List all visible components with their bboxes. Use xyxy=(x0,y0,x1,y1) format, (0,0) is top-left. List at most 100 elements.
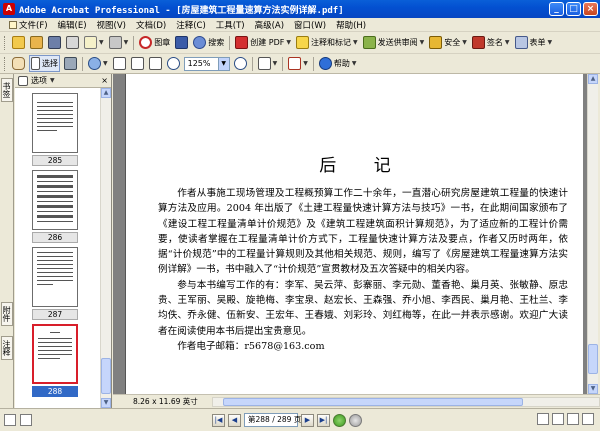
scroll-up-button[interactable]: ▲ xyxy=(588,74,598,84)
document-status-icon[interactable] xyxy=(4,414,16,426)
find-button[interactable] xyxy=(174,35,189,50)
menu-edit[interactable]: 编辑(E) xyxy=(53,19,92,31)
chevron-down-icon[interactable]: ▼ xyxy=(50,77,55,84)
hand-tool-button[interactable] xyxy=(11,56,26,71)
minus-icon xyxy=(166,57,180,70)
sign-button[interactable]: 签名 ▼ xyxy=(471,35,511,50)
hand-icon xyxy=(12,57,25,70)
scroll-down-button[interactable]: ▼ xyxy=(588,384,598,394)
document-scrollbar[interactable]: ▲ ▼ xyxy=(587,74,598,394)
acrobat-app-icon[interactable]: A xyxy=(3,3,15,15)
page-thumbnails-pane: 选项 ▼ × 285 286 287 288 ▲ ▼ xyxy=(15,74,112,408)
menu-advanced[interactable]: 高级(A) xyxy=(250,19,289,31)
next-page-button[interactable]: ▶ xyxy=(301,413,314,427)
search-icon xyxy=(193,36,207,49)
chevron-down-icon: ▼ xyxy=(504,39,510,46)
first-page-button[interactable]: |◀ xyxy=(212,413,225,427)
single-page-icon[interactable] xyxy=(537,413,549,425)
comment-markup-button[interactable]: 注释和标记 ▼ xyxy=(295,35,359,50)
menu-view[interactable]: 视图(V) xyxy=(92,19,131,31)
search-button[interactable]: 搜索 xyxy=(192,35,225,50)
fit-width-button[interactable] xyxy=(148,56,163,71)
menu-tools[interactable]: 工具(T) xyxy=(211,19,250,31)
page-layout-icon[interactable] xyxy=(20,414,32,426)
thumbnail-list: 285 286 287 288 xyxy=(15,88,100,408)
thumbnails-scrollbar[interactable]: ▲ ▼ xyxy=(100,88,111,408)
stamp-button[interactable]: 图章 xyxy=(138,35,171,50)
facing-icon[interactable] xyxy=(567,413,579,425)
last-page-button[interactable]: ▶| xyxy=(317,413,330,427)
chevron-down-icon[interactable]: ▼ xyxy=(217,57,229,70)
send-review-button[interactable]: 发送供审阅 ▼ xyxy=(362,35,426,50)
link-button[interactable]: ▼ xyxy=(108,35,130,50)
toolbar-grip[interactable] xyxy=(4,56,7,71)
options-menu[interactable]: 选项 xyxy=(31,75,47,86)
continuous-icon[interactable] xyxy=(552,413,564,425)
scrollbar-thumb[interactable] xyxy=(588,344,598,374)
menu-help[interactable]: 帮助(H) xyxy=(331,19,371,31)
thumbnails-icon xyxy=(18,75,28,86)
page-size-bar: 8.26 x 11.69 英寸 xyxy=(113,394,600,408)
close-button[interactable]: × xyxy=(583,2,598,16)
rotate-icon xyxy=(257,57,271,70)
create-pdf-button[interactable]: 创建 PDF ▼ xyxy=(234,35,292,50)
zoom-in-button[interactable] xyxy=(233,56,248,71)
next-view-icon[interactable] xyxy=(349,413,362,427)
menu-bar: 文件(F) 编辑(E) 视图(V) 文档(D) 注释(C) 工具(T) 高级(A… xyxy=(0,18,600,32)
scroll-down-button[interactable]: ▼ xyxy=(101,398,111,408)
menu-document[interactable]: 文档(D) xyxy=(131,19,171,31)
thumbnail-page-287[interactable]: 287 xyxy=(32,247,78,320)
scrollbar-thumb[interactable] xyxy=(222,397,523,406)
help-button[interactable]: 帮助 ▼ xyxy=(318,56,358,71)
minimize-button[interactable]: _ xyxy=(549,2,564,16)
tab-comments[interactable]: 注释 xyxy=(1,336,13,360)
body-paragraph: 参与本书编写工作的有：李军、吴云萍、彭寨丽、李元勋、董香艳、巢月英、张敏静、原忠… xyxy=(158,279,568,337)
thumbnail-image xyxy=(32,93,78,153)
navigation-tabs: 书签 附件 注释 xyxy=(0,74,14,408)
thumbnail-label: 286 xyxy=(32,232,78,243)
organizer-button[interactable] xyxy=(29,35,44,50)
maximize-button[interactable]: □ xyxy=(566,2,581,16)
security-button[interactable]: 安全 ▼ xyxy=(428,35,468,50)
menu-file[interactable]: 文件(F) xyxy=(4,19,53,31)
form-button[interactable]: 表单 ▼ xyxy=(514,35,554,50)
chevron-down-icon: ▼ xyxy=(286,39,292,46)
menu-window[interactable]: 窗口(W) xyxy=(289,19,331,31)
fit-page-button[interactable] xyxy=(130,56,145,71)
previous-view-icon[interactable] xyxy=(333,413,346,427)
document-view[interactable]: 后 记 作者从事施工现场管理及工程概预算工作二十余年，一直潜心研究房屋建筑工程量… xyxy=(113,74,587,394)
rotate-button[interactable]: ▼ xyxy=(257,56,279,71)
actual-size-button[interactable] xyxy=(112,56,127,71)
thumbnail-page-288[interactable]: 288 xyxy=(32,324,78,397)
tab-attachments[interactable]: 附件 xyxy=(1,302,13,326)
continuous-facing-icon[interactable] xyxy=(582,413,594,425)
thumbnail-page-286[interactable]: 286 xyxy=(32,170,78,243)
horizontal-scrollbar[interactable] xyxy=(211,396,600,407)
zoom-out-button[interactable] xyxy=(166,56,181,71)
zoom-tool-button[interactable]: ▼ xyxy=(87,56,109,71)
chevron-down-icon: ▼ xyxy=(123,39,129,46)
tab-bookmarks[interactable]: 书签 xyxy=(1,78,13,102)
plus-icon xyxy=(233,57,247,70)
snapshot-button[interactable] xyxy=(63,56,78,71)
yahoo-button[interactable]: ▼ xyxy=(287,56,309,71)
menu-comments[interactable]: 注释(C) xyxy=(171,19,211,31)
scrollbar-thumb[interactable] xyxy=(101,358,111,394)
previous-page-button[interactable]: ◀ xyxy=(228,413,241,427)
close-icon[interactable]: × xyxy=(101,76,108,85)
scroll-up-button[interactable]: ▲ xyxy=(101,88,111,98)
print-button[interactable] xyxy=(65,35,80,50)
status-bar: |◀ ◀ 第288 / 289 页 ▶ ▶| xyxy=(0,408,600,431)
chevron-down-icon: ▼ xyxy=(103,60,108,67)
toolbar-grip[interactable] xyxy=(4,35,7,50)
select-tool-button[interactable]: 选择 xyxy=(29,55,60,72)
page-number-field[interactable]: 第288 / 289 页 xyxy=(244,413,301,427)
help-icon xyxy=(318,57,332,70)
toolbar-separator xyxy=(82,56,83,71)
save-button[interactable] xyxy=(47,35,62,50)
email-button[interactable]: ▼ xyxy=(83,35,105,50)
zoom-level-field[interactable]: 125% ▼ xyxy=(183,56,230,71)
paperclip-icon xyxy=(108,36,122,49)
open-button[interactable] xyxy=(11,35,26,50)
thumbnail-page-285[interactable]: 285 xyxy=(32,93,78,166)
